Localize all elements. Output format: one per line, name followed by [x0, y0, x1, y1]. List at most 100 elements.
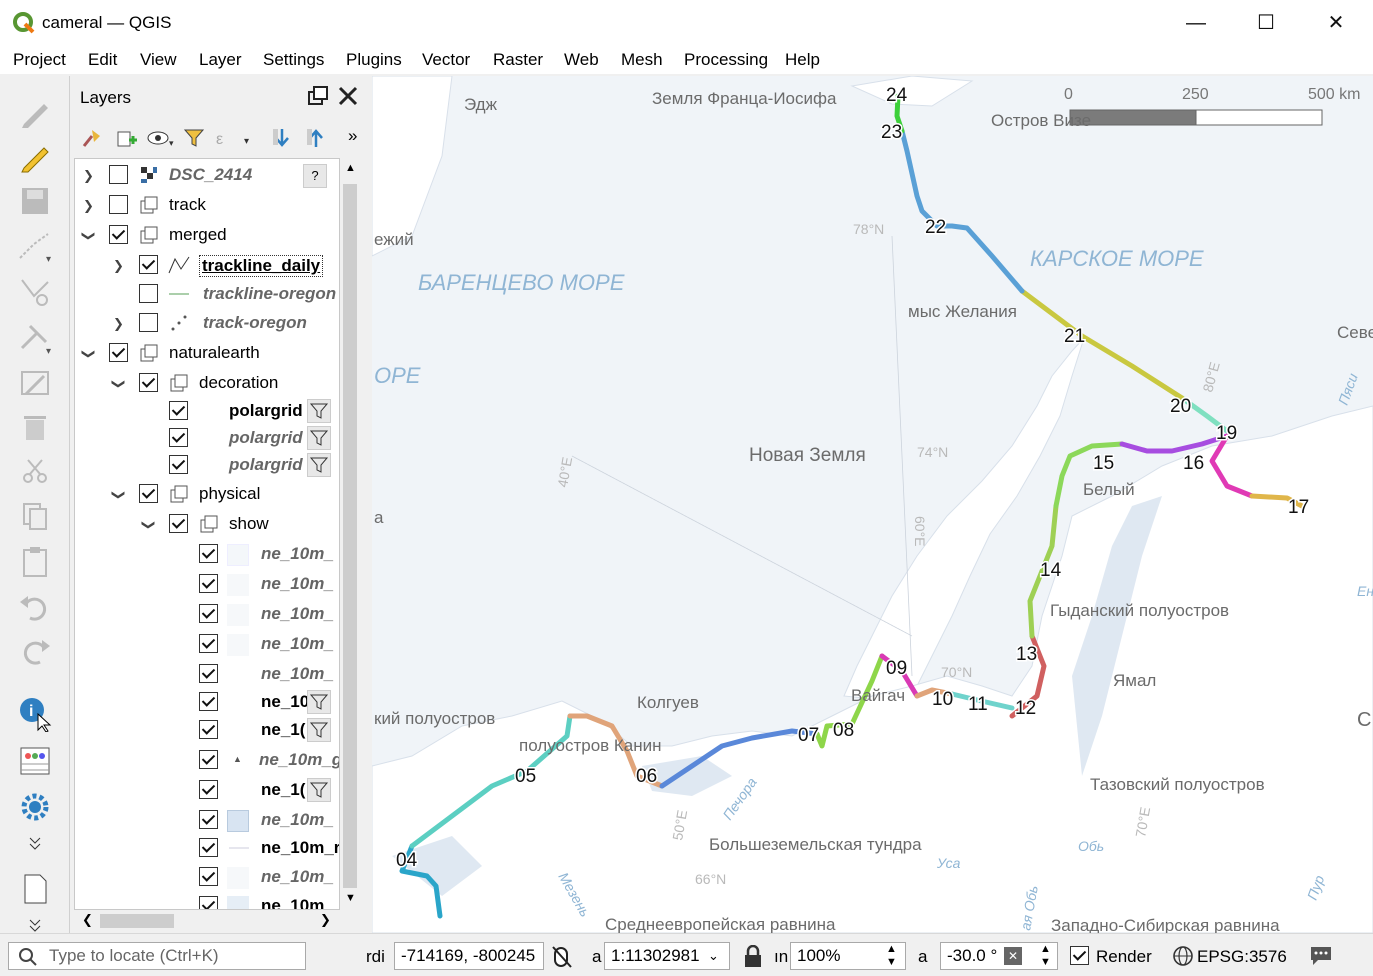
map-canvas[interactable]: 0 250 500 km 04 05 06 07 08 09 10 11 12 …	[372, 76, 1373, 933]
layer-row[interactable]: ne_10m_	[75, 892, 339, 909]
layer-checkbox[interactable]	[199, 720, 218, 739]
save-edits-icon[interactable]	[16, 182, 54, 220]
layer-row[interactable]: ne_10m_	[75, 660, 339, 688]
digitize-line-icon[interactable]: ▾	[16, 226, 54, 264]
crs-globe-icon[interactable]	[1172, 945, 1194, 967]
scroll-down-icon[interactable]: ▼	[345, 892, 356, 904]
undo-icon[interactable]	[16, 588, 54, 626]
menu-help[interactable]: Help	[785, 50, 820, 70]
layer-checkbox[interactable]	[169, 514, 188, 533]
layer-row[interactable]: ❯ physical	[75, 480, 339, 508]
layer-row[interactable]: ne_10m_	[75, 630, 339, 658]
paste-features-icon[interactable]	[16, 542, 54, 580]
layer-checkbox[interactable]	[199, 634, 218, 653]
expand-arrow-icon[interactable]: ❯	[83, 168, 94, 184]
expand-arrow-icon[interactable]: ❯	[83, 198, 94, 214]
menu-raster[interactable]: Raster	[493, 50, 543, 70]
identify-features-icon[interactable]: i	[16, 694, 54, 732]
menu-view[interactable]: View	[140, 50, 177, 70]
expand-arrow-icon[interactable]: ❯	[113, 258, 124, 274]
layer-checkbox[interactable]	[139, 255, 158, 274]
layer-checkbox[interactable]	[199, 896, 218, 909]
redo-icon[interactable]	[16, 632, 54, 670]
collapse-arrow-icon[interactable]: ❯	[80, 349, 96, 360]
scroll-left-icon[interactable]: ❮	[82, 912, 93, 928]
messages-icon[interactable]	[1308, 943, 1334, 967]
toolbar-expand-icon[interactable]	[16, 832, 54, 854]
menu-settings[interactable]: Settings	[263, 50, 324, 70]
layer-row[interactable]: ne_10m_	[75, 600, 339, 628]
expand-arrow-icon[interactable]: ❯	[113, 316, 124, 332]
minimize-button[interactable]: —	[1176, 10, 1216, 36]
style-manager-icon[interactable]	[80, 126, 104, 150]
render-checkbox[interactable]	[1070, 946, 1089, 965]
delete-selected-icon[interactable]	[16, 408, 54, 446]
vertex-tool-icon[interactable]	[16, 272, 54, 310]
collapse-arrow-icon[interactable]: ❯	[80, 231, 96, 242]
layer-checkbox[interactable]	[199, 664, 218, 683]
layer-checkbox[interactable]	[199, 750, 218, 769]
layer-checkbox[interactable]	[109, 225, 128, 244]
layer-row[interactable]: polargrid	[75, 451, 339, 479]
visibility-eye-icon[interactable]: ▾	[146, 126, 176, 150]
layer-row[interactable]: ne_10m_	[75, 540, 339, 568]
edit-pencil-disabled-icon[interactable]	[16, 94, 54, 132]
layer-row[interactable]: ne_10m_	[75, 570, 339, 598]
layer-checkbox[interactable]	[109, 165, 128, 184]
scroll-up-icon[interactable]: ▲	[345, 162, 356, 174]
layer-checkbox[interactable]	[199, 692, 218, 711]
map-svg[interactable]: 0 250 500 km 04 05 06 07 08 09 10 11 12 …	[372, 76, 1373, 933]
new-document-icon[interactable]	[16, 870, 54, 908]
attribute-table-icon[interactable]	[16, 742, 54, 780]
layer-row[interactable]: ❯ track-oregon	[75, 309, 339, 337]
layer-checkbox[interactable]	[199, 867, 218, 886]
collapse-all-icon[interactable]	[304, 126, 328, 150]
layer-checkbox[interactable]	[109, 195, 128, 214]
layer-checkbox[interactable]	[169, 428, 188, 447]
maximize-button[interactable]: ☐	[1246, 10, 1286, 36]
filter-indicator-icon[interactable]	[307, 718, 331, 742]
layer-checkbox[interactable]	[199, 544, 218, 563]
toggle-editing-icon[interactable]	[16, 138, 54, 176]
layer-checkbox[interactable]	[199, 780, 218, 799]
menu-vector[interactable]: Vector	[422, 50, 470, 70]
expand-all-icon[interactable]	[270, 126, 294, 150]
layer-tree-horizontal-scrollbar[interactable]: ❮ ❯	[74, 910, 340, 932]
edit-attributes-icon[interactable]	[16, 364, 54, 402]
layer-checkbox[interactable]	[139, 484, 158, 503]
layer-row[interactable]: ne_1(	[75, 716, 339, 744]
toggle-extents-mouse-icon[interactable]	[550, 944, 574, 970]
scrollbar-thumb[interactable]	[100, 914, 174, 928]
layer-checkbox[interactable]	[199, 604, 218, 623]
layer-checkbox[interactable]	[169, 455, 188, 474]
chevron-down-icon[interactable]: ⌄	[708, 948, 719, 964]
settings-gear-icon[interactable]	[16, 788, 54, 826]
copy-features-icon[interactable]	[16, 496, 54, 534]
layer-row[interactable]: ne_10m_r	[75, 834, 339, 862]
layer-row[interactable]: ne_1(	[75, 776, 339, 804]
layer-row[interactable]: ❯ decoration	[75, 369, 339, 397]
multi-edit-icon[interactable]: ▾	[16, 318, 54, 356]
layer-checkbox[interactable]	[199, 810, 218, 829]
layer-checkbox[interactable]	[139, 284, 158, 303]
layer-row[interactable]: polargrid	[75, 424, 339, 452]
add-group-icon[interactable]	[114, 126, 138, 150]
float-panel-icon[interactable]	[306, 84, 330, 108]
layer-row[interactable]: ❯ naturalearth	[75, 339, 339, 367]
menu-plugins[interactable]: Plugins	[346, 50, 402, 70]
layer-row[interactable]: polargrid	[75, 397, 339, 425]
lock-scale-icon[interactable]	[742, 945, 764, 969]
spinbox-arrows-icon[interactable]: ▲ ▼	[1040, 943, 1051, 969]
filter-indicator-icon[interactable]	[307, 778, 331, 802]
filter-expression-icon[interactable]: ε ▾	[214, 126, 254, 150]
unknown-crs-icon[interactable]: ?	[303, 164, 327, 188]
crs-label[interactable]: EPSG:3576	[1197, 947, 1287, 967]
scroll-right-icon[interactable]: ❯	[320, 912, 331, 928]
menu-layer[interactable]: Layer	[199, 50, 242, 70]
filter-indicator-icon[interactable]	[307, 399, 331, 423]
layer-row[interactable]: trackline-oregon	[75, 280, 339, 308]
collapse-arrow-icon[interactable]: ❯	[140, 520, 156, 531]
layer-row[interactable]: ne_10m_	[75, 806, 339, 834]
more-tools-icon[interactable]: »	[348, 126, 357, 146]
layer-row[interactable]: ❯ show	[75, 510, 339, 538]
